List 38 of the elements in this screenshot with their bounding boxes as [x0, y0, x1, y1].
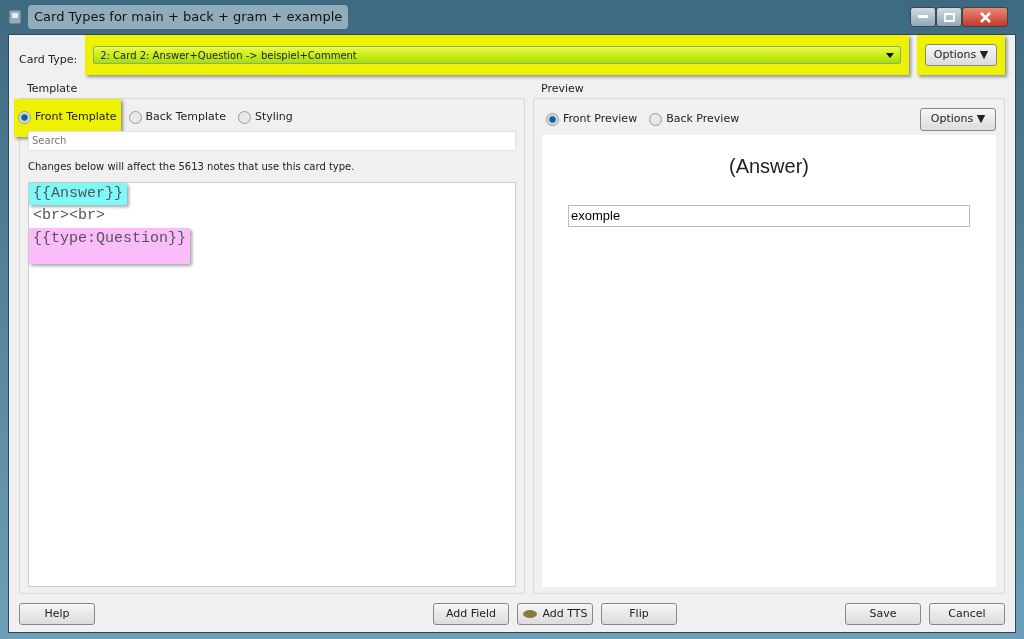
- radio-label[interactable]: Styling: [254, 109, 293, 126]
- options-button[interactable]: Options ▼: [925, 43, 997, 67]
- dialog-button[interactable]: Add Field: [433, 602, 509, 626]
- template-editor[interactable]: {{Answer}} <br><br> {{type:Question}}: [28, 181, 516, 587]
- radio-button[interactable]: [128, 111, 142, 124]
- code-line: <br><br>: [32, 206, 106, 226]
- group-title: Template: [27, 81, 79, 97]
- radio-button[interactable]: [546, 113, 559, 126]
- tts-button[interactable]: Add TTS: [517, 602, 593, 626]
- answer-field[interactable]: exomple: [568, 204, 970, 227]
- radio-label[interactable]: Back Template: [145, 109, 226, 126]
- caret-icon: [886, 52, 894, 58]
- close-button[interactable]: [962, 7, 1008, 27]
- radio-label[interactable]: Back Preview: [666, 111, 740, 128]
- radio-button[interactable]: [237, 111, 251, 124]
- radio-label[interactable]: Front Template: [35, 109, 117, 126]
- speaker-icon: [522, 609, 539, 619]
- maximize-icon: [943, 12, 955, 22]
- card-type-dropdown[interactable]: 2: Card 2: Answer+Question -> beispiel+Comment: [93, 46, 901, 64]
- app-icon: [8, 9, 22, 25]
- maximize-button[interactable]: [936, 7, 962, 27]
- dialog-button[interactable]: Cancel: [929, 602, 1005, 626]
- radio-button[interactable]: [649, 113, 663, 126]
- dialog-button[interactable]: Help: [19, 602, 95, 626]
- options-button[interactable]: Options ▼: [920, 108, 996, 131]
- minimize-icon: [918, 15, 928, 19]
- search-field[interactable]: Search: [28, 130, 516, 151]
- group-title: Preview: [541, 81, 585, 97]
- dialog-button[interactable]: Save: [845, 602, 921, 626]
- close-icon: [979, 11, 991, 23]
- radio-button[interactable]: [18, 111, 31, 124]
- card-type-label: Card Type:: [19, 51, 78, 68]
- window-title: Card Types for main + back + gram + example: [28, 5, 349, 29]
- preview-heading: (Answer): [729, 153, 809, 179]
- notice-text: Changes below will affect the 5613 notes that use this card type.: [28, 159, 356, 174]
- radio-label[interactable]: Front Preview: [563, 111, 638, 128]
- dialog-button[interactable]: Flip: [601, 602, 677, 626]
- minimize-button[interactable]: [910, 7, 936, 27]
